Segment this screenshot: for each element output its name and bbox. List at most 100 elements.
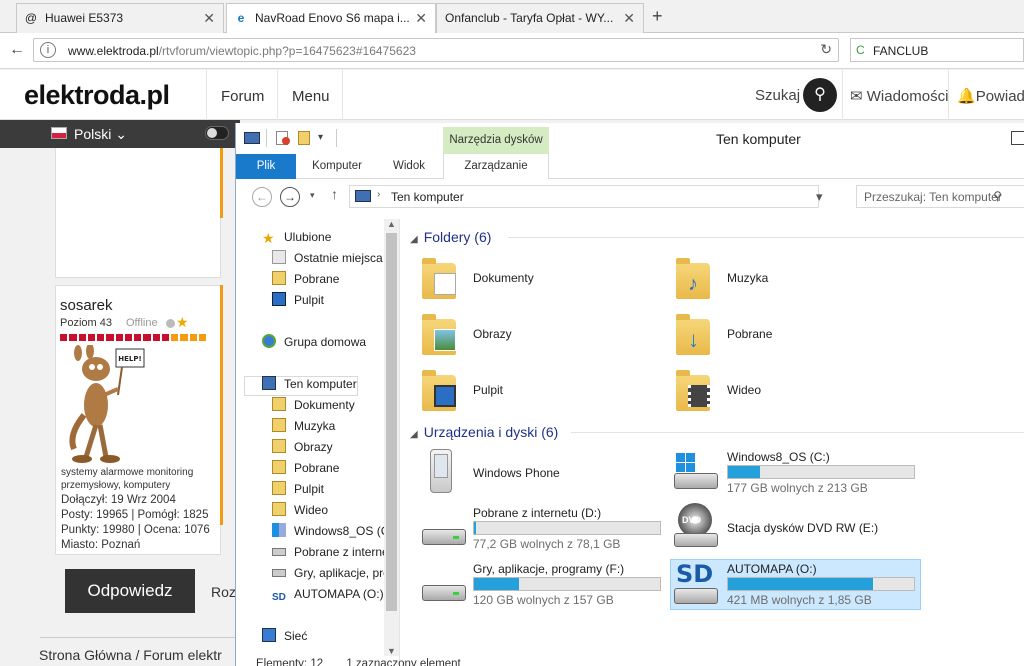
tab-plik[interactable]: Plik — [236, 154, 296, 179]
group-header-devices[interactable]: ◢ Urządzenia i dyski (6) — [410, 424, 558, 440]
tab-zarzadzanie[interactable]: Zarządzanie — [443, 154, 549, 179]
nav-item-videos[interactable]: Wideo — [272, 500, 328, 520]
drive-name[interactable]: Windows8_OS (C:) — [727, 450, 830, 464]
url-bar[interactable]: i www.elektroda.pl/rtvforum/viewtopic.ph… — [33, 38, 839, 62]
scrollbar-thumb[interactable] — [386, 233, 397, 611]
search-label[interactable]: Szukaj — [755, 87, 800, 104]
new-tab-icon[interactable]: + — [652, 6, 663, 27]
folder-label[interactable]: Obrazy — [473, 327, 512, 341]
folder-label[interactable]: Pulpit — [473, 383, 503, 397]
drive-icon[interactable] — [420, 519, 466, 565]
quick-access-dropdown-icon[interactable]: ▾ — [318, 132, 323, 143]
nav-item-downloads-pc[interactable]: Pobrane — [272, 458, 339, 478]
device-name[interactable]: Windows Phone — [473, 466, 560, 480]
browser-search-input[interactable]: C FANCLUB — [850, 38, 1024, 62]
reply-button[interactable]: Odpowiedz — [65, 569, 195, 613]
downloads-folder-icon[interactable]: ↓ — [676, 313, 716, 355]
nav-item-drive-o[interactable]: SD AUTOMAPA (O:) — [272, 584, 384, 604]
desktop-folder-icon[interactable] — [422, 369, 462, 411]
folder-label[interactable]: Dokumenty — [473, 271, 534, 285]
context-tab-disk-tools[interactable]: Narzędzia dysków — [443, 127, 549, 154]
tab-komputer[interactable]: Komputer — [298, 154, 376, 179]
forward-icon[interactable]: → — [280, 187, 300, 207]
nav-item-documents[interactable]: Dokumenty — [272, 395, 355, 415]
documents-folder-icon[interactable] — [422, 257, 462, 299]
chevron-down-icon: ◢ — [410, 429, 418, 440]
reload-icon[interactable]: ↻ — [820, 41, 832, 58]
drive-name[interactable]: AUTOMAPA (O:) — [727, 562, 817, 576]
breadcrumb[interactable]: Strona Główna / Forum elektr — [39, 647, 222, 663]
nav-menu[interactable]: Menu — [277, 70, 343, 120]
nav-item-favorites[interactable]: ★ Ulubione — [262, 227, 331, 247]
dvd-drive-icon[interactable]: DVD — [672, 503, 718, 549]
info-icon[interactable]: i — [40, 42, 56, 58]
nav-item-desktop[interactable]: Pulpit — [272, 290, 324, 310]
pictures-folder-icon[interactable] — [422, 313, 462, 355]
site-logo[interactable]: elektroda.pl — [24, 80, 170, 111]
nav-pane-scrollbar[interactable]: ▲ ▼ — [384, 219, 399, 656]
group-divider — [508, 237, 1024, 238]
nav-item-desktop-pc[interactable]: Pulpit — [272, 479, 324, 499]
drive-name[interactable]: Stacja dysków DVD RW (E:) — [727, 521, 878, 535]
drive-icon[interactable] — [420, 575, 466, 621]
bell-icon: 🔔 — [957, 88, 976, 105]
nav-item-music[interactable]: Muzyka — [272, 416, 335, 436]
notifications-link[interactable]: 🔔Powiado — [957, 87, 1024, 105]
phone-icon[interactable] — [426, 449, 472, 495]
nav-item-drive-d[interactable]: Pobrane z interne — [272, 542, 389, 562]
refresh-icon[interactable]: ▾ — [816, 189, 823, 205]
folder-label[interactable]: Wideo — [727, 383, 761, 397]
nav-forum[interactable]: Forum — [206, 70, 276, 120]
drive-name[interactable]: Gry, aplikacje, programy (F:) — [473, 562, 624, 576]
scroll-down-icon[interactable]: ▼ — [387, 646, 396, 656]
at-icon: @ — [24, 11, 38, 25]
tab-widok[interactable]: Widok — [376, 154, 442, 179]
music-folder-icon[interactable]: ♪ — [676, 257, 716, 299]
nav-item-downloads[interactable]: Pobrane — [272, 269, 339, 289]
browser-tab-onfanclub[interactable]: Onfanclub - Taryfa Opłat - WY... ✕ — [436, 3, 644, 33]
close-icon[interactable]: ✕ — [415, 10, 427, 27]
folder-label[interactable]: Muzyka — [727, 271, 768, 285]
secondary-button[interactable]: Roz — [211, 584, 236, 600]
messages-link[interactable]: ✉ Wiadomości — [850, 87, 948, 105]
nav-item-drive-f[interactable]: Gry, aplikacje, pro — [272, 563, 390, 583]
videos-folder-icon[interactable] — [676, 369, 716, 411]
nav-item-homegroup[interactable]: Grupa domowa — [262, 332, 366, 352]
nav-item-network[interactable]: Sieć — [262, 626, 307, 646]
nav-item-drive-c[interactable]: Windows8_OS (C — [272, 521, 389, 541]
close-icon[interactable]: ✕ — [203, 10, 215, 27]
window-control-icon[interactable] — [1011, 131, 1024, 145]
scroll-up-icon[interactable]: ▲ — [387, 219, 396, 229]
browser-tab-huawei[interactable]: @ Huawei E5373 ✕ — [16, 3, 224, 33]
dark-mode-toggle[interactable] — [205, 126, 229, 140]
group-header-folders[interactable]: ◢ Foldery (6) — [410, 229, 491, 245]
drive-free-space: 77,2 GB wolnych z 78,1 GB — [473, 537, 621, 551]
close-icon[interactable]: ✕ — [623, 10, 635, 27]
nav-item-recent[interactable]: Ostatnie miejsca — [272, 248, 383, 268]
windows-drive-icon[interactable] — [672, 453, 718, 499]
new-folder-icon[interactable] — [298, 131, 310, 145]
recent-dropdown-icon[interactable]: ▾ — [310, 190, 315, 201]
sd-card-drive-icon[interactable]: SD — [672, 560, 718, 606]
nav-item-pictures[interactable]: Obrazy — [272, 437, 333, 457]
pane-divider[interactable] — [399, 219, 400, 666]
up-icon[interactable]: ↑ — [331, 186, 338, 202]
chevron-right-icon[interactable]: › — [377, 189, 380, 200]
language-select[interactable]: Polski ⌄ — [74, 126, 127, 143]
reputation-bar — [60, 334, 206, 341]
drive-icon — [272, 548, 286, 556]
browser-tab-bar: @ Huawei E5373 ✕ e NavRoad Enovo S6 mapa… — [0, 0, 1024, 34]
drive-name[interactable]: Pobrane z internetu (D:) — [473, 506, 601, 520]
nav-item-this-pc[interactable]: Ten komputer — [262, 374, 357, 394]
browser-tab-navroad[interactable]: e NavRoad Enovo S6 mapa i... ✕ — [226, 3, 436, 34]
address-breadcrumb[interactable]: › Ten komputer — [349, 185, 819, 208]
windows-drive-icon — [272, 523, 286, 537]
back-icon[interactable]: ← — [5, 38, 29, 62]
back-icon[interactable]: ← — [252, 187, 272, 207]
computer-icon — [355, 190, 371, 202]
explorer-search-input[interactable]: Przeszukaj: Ten komputer ⚲ — [856, 185, 1024, 208]
computer-icon — [262, 376, 276, 390]
username[interactable]: sosarek — [60, 297, 113, 314]
folder-label[interactable]: Pobrane — [727, 327, 772, 341]
search-icon[interactable]: ⚲ — [803, 78, 837, 112]
